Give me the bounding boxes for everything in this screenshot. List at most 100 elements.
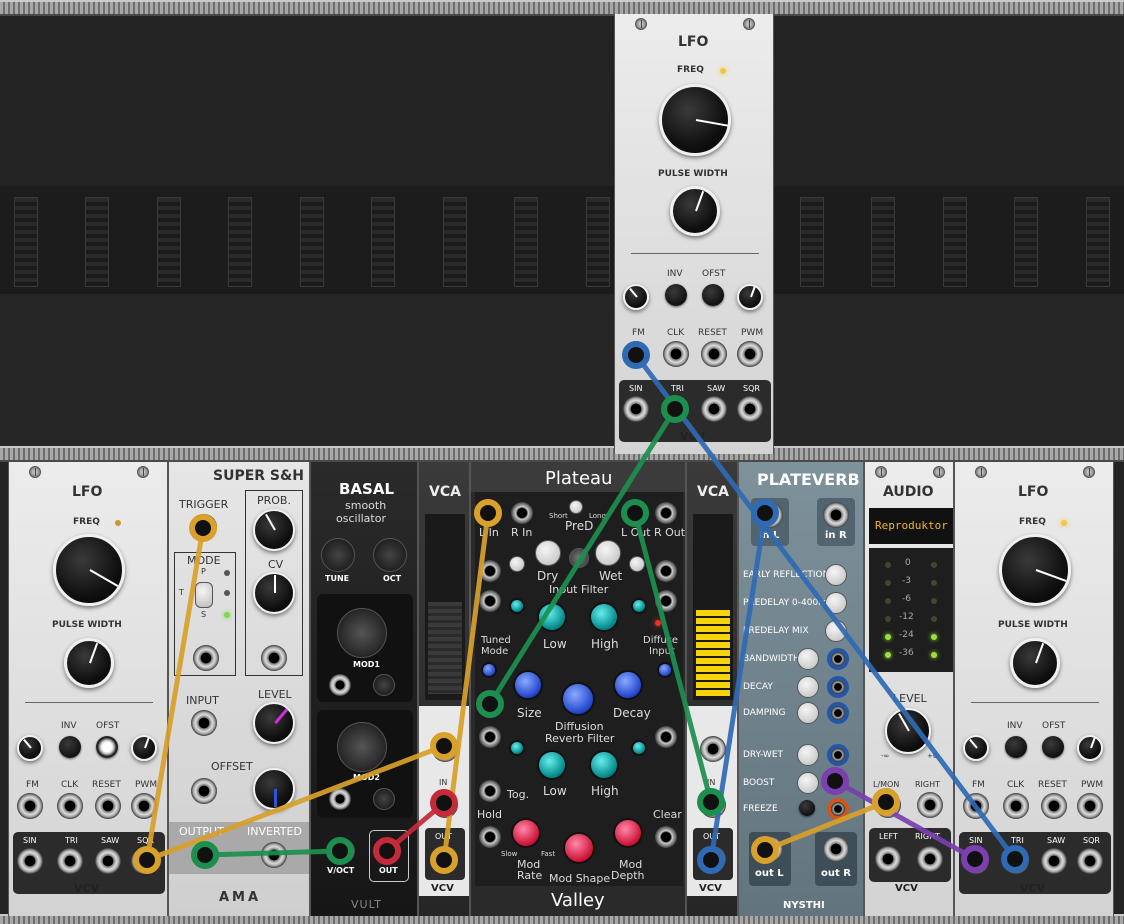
mode-switch[interactable] bbox=[195, 582, 213, 608]
fm-attenuator-knob[interactable] bbox=[17, 735, 43, 761]
mod1-cv-jack[interactable] bbox=[329, 674, 351, 696]
cv-input-jack[interactable] bbox=[700, 736, 726, 762]
audio-module[interactable]: AUDIO Reproduktor 0 -3 -6 -12 -24 -36 LE… bbox=[864, 462, 954, 916]
freq-knob[interactable] bbox=[999, 534, 1071, 606]
pulse-width-knob[interactable] bbox=[670, 186, 720, 236]
size-atten-knob[interactable] bbox=[481, 662, 497, 678]
plateau-reverb-module[interactable]: Plateau L In R In Short Long PreD L Out … bbox=[470, 462, 686, 916]
rev-high-knob[interactable] bbox=[589, 750, 619, 780]
mod2-amount-knob[interactable] bbox=[373, 788, 395, 810]
offset-button[interactable] bbox=[96, 736, 118, 758]
input-low-cv-jack[interactable] bbox=[479, 590, 501, 612]
in-jack[interactable] bbox=[700, 792, 726, 818]
size-knob[interactable] bbox=[513, 670, 543, 700]
device-display[interactable]: Reproduktor bbox=[869, 508, 953, 544]
sin-output-jack[interactable] bbox=[963, 848, 989, 874]
offset-button[interactable] bbox=[702, 284, 724, 306]
rev-low-knob[interactable] bbox=[537, 750, 567, 780]
offset-button[interactable] bbox=[1042, 736, 1064, 758]
decay-cv-jack[interactable] bbox=[827, 676, 849, 698]
offset-knob[interactable] bbox=[253, 768, 295, 810]
reset-input-jack[interactable] bbox=[701, 341, 727, 367]
level-knob[interactable] bbox=[253, 702, 295, 744]
clk-input-jack[interactable] bbox=[57, 793, 83, 819]
dry-wet-knob[interactable] bbox=[569, 548, 589, 568]
l-in-jack[interactable] bbox=[479, 502, 501, 524]
r-out-jack[interactable] bbox=[655, 502, 677, 524]
tri-output-jack[interactable] bbox=[1003, 848, 1029, 874]
in-r-jack[interactable] bbox=[823, 502, 849, 528]
vca-module-2[interactable]: VCA IN OUT VCV bbox=[686, 462, 738, 916]
clk-input-jack[interactable] bbox=[1003, 793, 1029, 819]
freeze-cv-jack[interactable] bbox=[827, 798, 849, 820]
pwm-input-jack[interactable] bbox=[1077, 793, 1103, 819]
invert-button[interactable] bbox=[59, 736, 81, 758]
pwm-input-jack[interactable] bbox=[131, 793, 157, 819]
decay-knob[interactable] bbox=[797, 676, 819, 698]
saw-output-jack[interactable] bbox=[1041, 848, 1067, 874]
rack-canvas[interactable]: LFO FREQ PULSE WIDTH INV OFST FM CLK RES… bbox=[0, 0, 1124, 924]
left-output-jack[interactable] bbox=[875, 846, 901, 872]
fm-input-jack[interactable] bbox=[963, 793, 989, 819]
wet-cv-jack[interactable] bbox=[655, 560, 677, 582]
mod2-knob[interactable] bbox=[337, 722, 387, 772]
voct-input-jack[interactable] bbox=[329, 838, 355, 864]
lfo-module-left[interactable]: LFO FREQ PULSE WIDTH INV OFST FM CLK RES… bbox=[8, 462, 168, 916]
l-out-jack[interactable] bbox=[621, 502, 643, 524]
diffusion-knob[interactable] bbox=[561, 682, 595, 716]
decay-atten-knob[interactable] bbox=[657, 662, 673, 678]
prob-cv-jack[interactable] bbox=[261, 645, 287, 671]
mode-cv-jack[interactable] bbox=[193, 645, 219, 671]
pulse-width-knob[interactable] bbox=[64, 638, 114, 688]
hold-jack[interactable] bbox=[479, 826, 501, 848]
dry-cv-jack[interactable] bbox=[479, 560, 501, 582]
predelay-mix-knob[interactable] bbox=[825, 620, 847, 642]
saw-output-jack[interactable] bbox=[95, 848, 121, 874]
cv-input-jack[interactable] bbox=[432, 736, 458, 762]
rev-high-cv-jack[interactable] bbox=[655, 726, 677, 748]
saw-output-jack[interactable] bbox=[701, 396, 727, 422]
offset-cv-jack[interactable] bbox=[191, 778, 217, 804]
mod-rate-knob[interactable] bbox=[511, 818, 541, 848]
in-l-jack[interactable] bbox=[757, 502, 783, 528]
prob-knob[interactable] bbox=[253, 509, 295, 551]
dry-wet-cv-jack[interactable] bbox=[827, 744, 849, 766]
boost-cv-jack[interactable] bbox=[827, 772, 849, 794]
vca-module-1[interactable]: VCA IN OUT VCV bbox=[418, 462, 470, 916]
tog-jack[interactable] bbox=[479, 780, 501, 802]
out-l-jack[interactable] bbox=[757, 836, 783, 862]
mod-shape-knob[interactable] bbox=[563, 832, 595, 864]
damping-cv-jack[interactable] bbox=[827, 702, 849, 724]
decay-knob[interactable] bbox=[613, 670, 643, 700]
sin-output-jack[interactable] bbox=[17, 848, 43, 874]
level-knob[interactable] bbox=[885, 708, 931, 754]
right-input-jack[interactable] bbox=[917, 792, 943, 818]
in-jack[interactable] bbox=[432, 792, 458, 818]
wet-atten-knob[interactable] bbox=[629, 556, 645, 572]
input-low-atten-knob[interactable] bbox=[509, 598, 525, 614]
out-jack[interactable] bbox=[432, 846, 458, 872]
sqr-output-jack[interactable] bbox=[737, 396, 763, 422]
l-mon-input-jack[interactable] bbox=[875, 792, 901, 818]
cv-knob[interactable] bbox=[253, 572, 295, 614]
clk-input-jack[interactable] bbox=[663, 341, 689, 367]
input-high-knob[interactable] bbox=[589, 602, 619, 632]
out-jack[interactable] bbox=[700, 846, 726, 872]
rev-high-atten-knob[interactable] bbox=[631, 740, 647, 756]
invert-button[interactable] bbox=[1005, 736, 1027, 758]
rev-low-cv-jack[interactable] bbox=[479, 726, 501, 748]
rev-low-atten-knob[interactable] bbox=[509, 740, 525, 756]
bandwidth-cv-jack[interactable] bbox=[827, 648, 849, 670]
basal-oscillator-module[interactable]: BASAL smooth oscillator TUNE OCT MOD1 MO… bbox=[310, 462, 418, 916]
damping-knob[interactable] bbox=[797, 702, 819, 724]
invert-button[interactable] bbox=[665, 284, 687, 306]
dry-knob[interactable] bbox=[535, 540, 561, 566]
reset-input-jack[interactable] bbox=[1041, 793, 1067, 819]
fm-attenuator-knob[interactable] bbox=[623, 284, 649, 310]
fm-input-jack[interactable] bbox=[17, 793, 43, 819]
lfo-module-top[interactable]: LFO FREQ PULSE WIDTH INV OFST FM CLK RES… bbox=[614, 14, 774, 454]
freeze-button[interactable] bbox=[799, 800, 815, 816]
right-output-jack[interactable] bbox=[917, 846, 943, 872]
early-reflections-knob[interactable] bbox=[825, 564, 847, 586]
tri-output-jack[interactable] bbox=[57, 848, 83, 874]
